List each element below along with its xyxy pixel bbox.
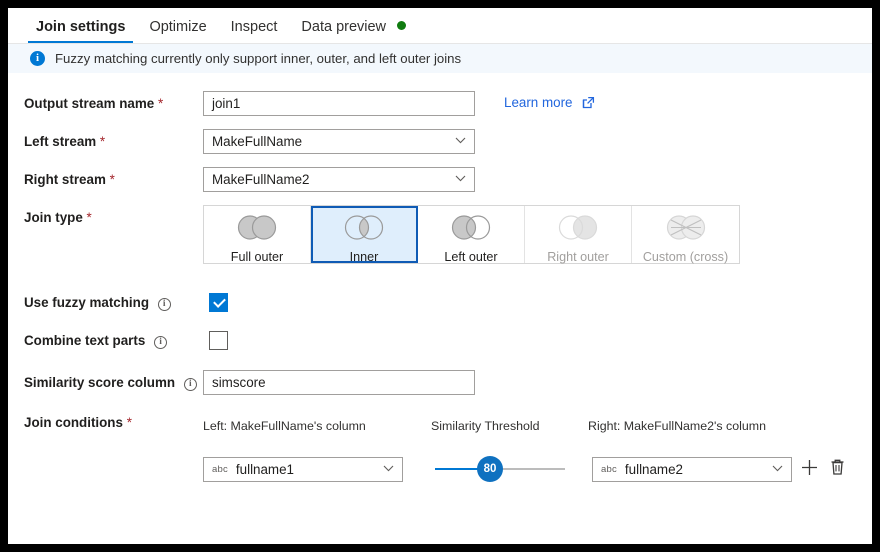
tab-optimize-label: Optimize (149, 18, 207, 35)
tab-bar: Join settings Optimize Inspect Data prev… (8, 8, 872, 44)
join-type-option-custom-cross: Custom (cross) (632, 206, 739, 264)
venn-full-outer-icon (233, 214, 281, 246)
output-stream-name-input[interactable]: join1 (203, 91, 475, 116)
screenshot-root: Join settings Optimize Inspect Data prev… (0, 0, 880, 552)
required-marker: * (157, 96, 164, 111)
venn-right-outer-icon (554, 214, 602, 246)
join-type-custom-cross-label: Custom (cross) (642, 250, 729, 264)
row-right-stream: Right stream * MakeFullName2 (8, 167, 872, 192)
use-fuzzy-matching-checkbox[interactable] (209, 293, 228, 312)
chevron-down-icon (772, 458, 783, 481)
row-combine-text-parts: Combine text parts i (8, 328, 872, 353)
right-column-value: fullname2 (624, 461, 683, 477)
row-output-stream-name: Output stream name * join1 Learn more (8, 91, 872, 116)
label-combine-text-parts: Combine text parts i (24, 333, 203, 349)
join-conditions-column-headers: Left: MakeFullName's column Similarity T… (203, 415, 818, 433)
similarity-score-column-input[interactable]: simscore (203, 370, 475, 395)
learn-more-link[interactable]: Learn more (504, 95, 595, 112)
right-stream-dropdown[interactable]: MakeFullName2 (203, 167, 475, 192)
info-glyph-icon[interactable]: i (154, 335, 168, 349)
join-type-option-full-outer[interactable]: Full outer (204, 206, 311, 264)
use-fuzzy-matching-checkbox-wrap (203, 293, 228, 312)
trash-icon (829, 458, 846, 481)
tab-join-settings-label: Join settings (36, 18, 126, 35)
column-header-left: Left: MakeFullName's column (203, 419, 366, 433)
label-join-type: Join type * (24, 210, 92, 225)
left-stream-value: MakeFullName (212, 134, 303, 149)
combine-text-parts-checkbox-wrap (203, 331, 228, 350)
join-type-option-group: Full outer Inner Left outer Right outer … (203, 205, 740, 264)
required-marker: * (99, 134, 106, 149)
abc-type-icon: abc (601, 463, 617, 475)
join-type-full-outer-label: Full outer (230, 250, 284, 264)
label-similarity-score-column: Similarity score column i (24, 375, 203, 391)
left-column-dropdown[interactable]: abc fullname1 (203, 456, 403, 482)
delete-condition-button[interactable] (826, 458, 848, 480)
plus-icon (800, 458, 819, 481)
tab-data-preview-label: Data preview (301, 18, 387, 35)
similarity-threshold-slider[interactable]: 80 (435, 456, 565, 482)
tab-inspect-label: Inspect (230, 18, 278, 35)
combine-text-parts-checkbox[interactable] (209, 331, 228, 350)
info-glyph-icon[interactable]: i (157, 297, 171, 311)
settings-form: Output stream name * join1 Learn more Le… (8, 73, 872, 482)
add-condition-button[interactable] (798, 458, 820, 480)
window-frame-left (0, 0, 8, 552)
right-stream-value: MakeFullName2 (212, 172, 310, 187)
info-icon: i (30, 51, 45, 66)
row-similarity-score-column: Similarity score column i simscore (8, 370, 872, 395)
info-message-bar: i Fuzzy matching currently only support … (8, 44, 872, 73)
join-condition-row: abc fullname1 80 abc fullname2 (8, 456, 872, 482)
join-settings-panel: Join settings Optimize Inspect Data prev… (8, 8, 872, 544)
row-use-fuzzy-matching: Use fuzzy matching i (8, 290, 872, 315)
info-message-text: Fuzzy matching currently only support in… (55, 51, 462, 66)
venn-left-outer-icon (447, 214, 495, 246)
join-type-option-right-outer: Right outer (525, 206, 632, 264)
tab-inspect[interactable]: Inspect (219, 18, 290, 44)
chevron-down-icon (455, 168, 466, 191)
join-type-option-inner[interactable]: Inner (311, 206, 418, 264)
row-join-type: Join type * Full outer Inner Left outer … (8, 205, 872, 264)
slider-thumb[interactable]: 80 (477, 456, 503, 482)
data-preview-status-dot (397, 20, 407, 30)
chevron-down-icon (383, 458, 394, 481)
label-left-stream: Left stream * (24, 134, 106, 149)
abc-type-icon: abc (212, 463, 228, 475)
column-header-threshold: Similarity Threshold (431, 419, 540, 433)
chevron-down-icon (455, 130, 466, 153)
required-marker: * (109, 172, 115, 187)
venn-inner-icon (340, 214, 388, 246)
window-frame-right (872, 0, 880, 552)
label-right-stream: Right stream * (24, 172, 115, 187)
external-link-icon (582, 96, 595, 112)
join-type-inner-label: Inner (349, 250, 379, 264)
join-type-option-left-outer[interactable]: Left outer (418, 206, 525, 264)
column-header-right: Right: MakeFullName2's column (588, 419, 766, 433)
left-stream-dropdown[interactable]: MakeFullName (203, 129, 475, 154)
window-frame-bottom (0, 544, 880, 552)
label-join-conditions: Join conditions * (24, 415, 132, 430)
right-column-dropdown[interactable]: abc fullname2 (592, 456, 792, 482)
row-left-stream: Left stream * MakeFullName (8, 129, 872, 154)
left-column-value: fullname1 (235, 461, 294, 477)
label-output-stream-name: Output stream name * (24, 96, 164, 111)
join-type-left-outer-label: Left outer (444, 250, 498, 264)
label-use-fuzzy-matching: Use fuzzy matching i (24, 295, 203, 311)
learn-more-label: Learn more (504, 95, 573, 110)
join-type-right-outer-label: Right outer (547, 250, 609, 264)
tab-join-settings[interactable]: Join settings (24, 18, 137, 44)
tab-data-preview[interactable]: Data preview (289, 18, 418, 44)
required-marker: * (126, 415, 132, 430)
window-frame-top (0, 0, 880, 8)
info-glyph-icon[interactable]: i (183, 377, 197, 391)
venn-cross-icon (662, 214, 710, 246)
tab-optimize[interactable]: Optimize (137, 18, 218, 44)
join-conditions-header: Join conditions * Left: MakeFullName's c… (8, 415, 872, 433)
required-marker: * (86, 210, 92, 225)
